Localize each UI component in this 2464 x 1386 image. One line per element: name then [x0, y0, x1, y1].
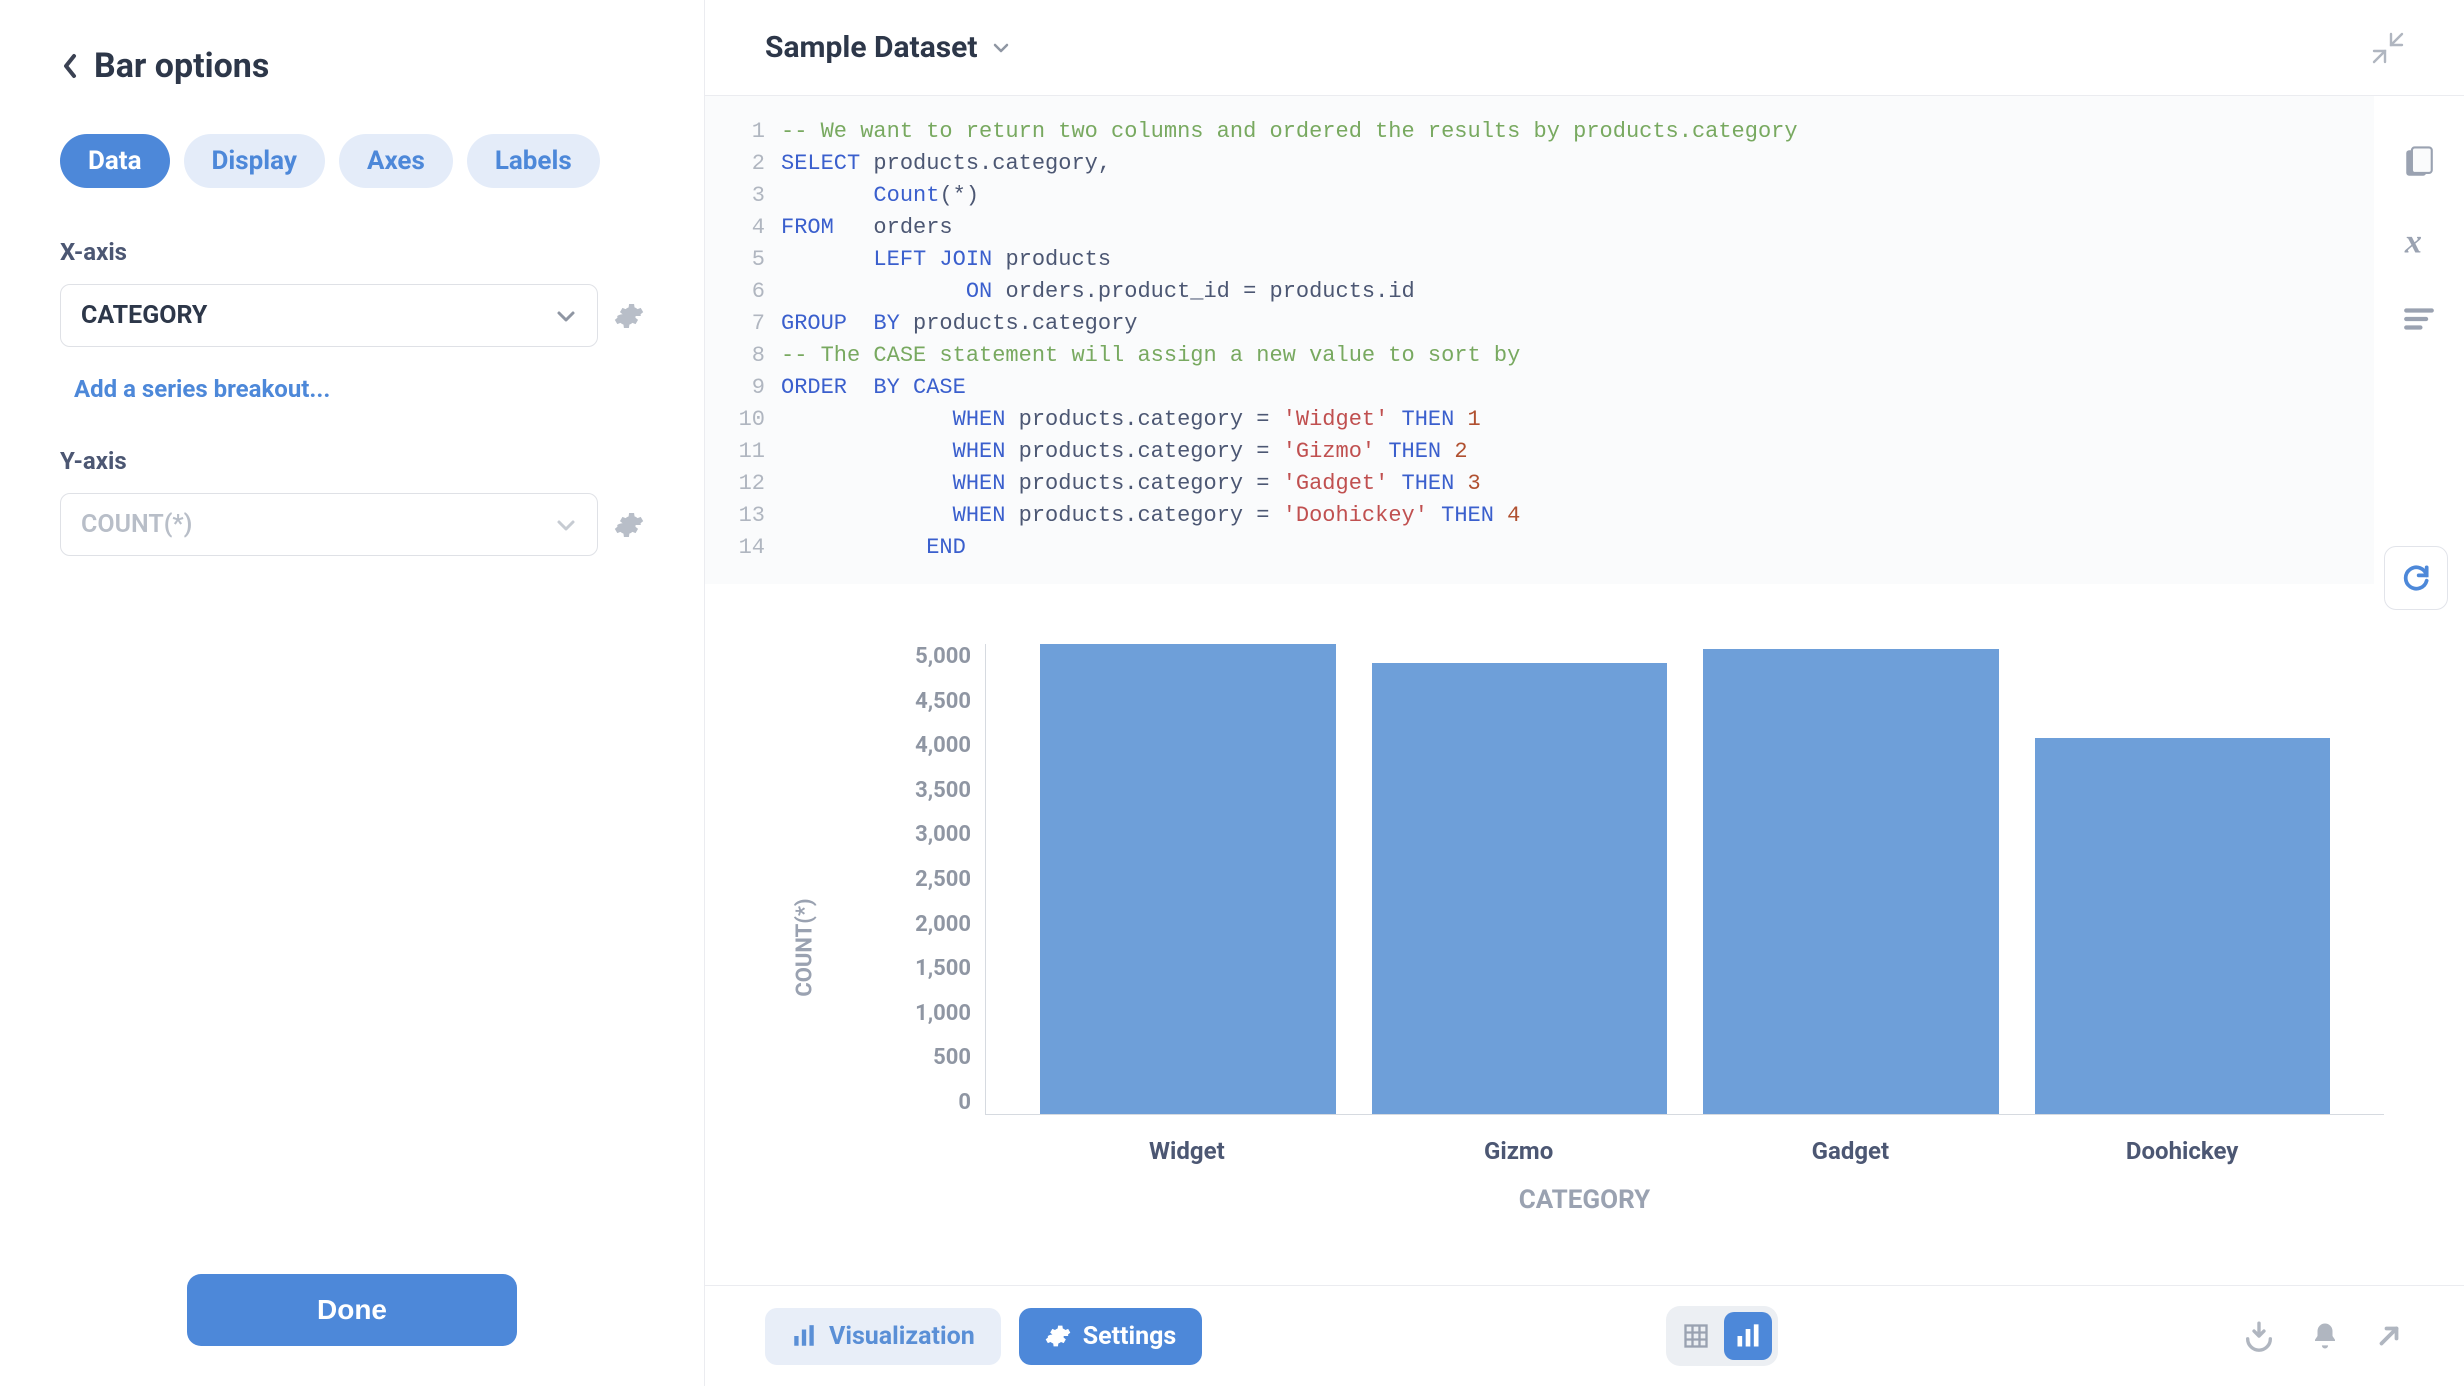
bar-gadget[interactable]	[1703, 649, 1999, 1114]
xcat: Doohickey	[2034, 1137, 2330, 1165]
ytick: 4,000	[845, 733, 971, 758]
tab-row: Data Display Axes Labels	[60, 134, 644, 188]
editor-tools: x	[2374, 96, 2464, 584]
sidebar: Bar options Data Display Axes Labels X-axis…	[0, 0, 705, 1386]
bar-gizmo[interactable]	[1372, 663, 1668, 1114]
sidebar-header: Bar options	[60, 46, 644, 86]
line-gutter: 1234567891011121314	[705, 116, 781, 564]
ytick: 1,000	[845, 1001, 971, 1026]
collapse-icon[interactable]	[2372, 32, 2404, 64]
settings-label: Settings	[1083, 1322, 1177, 1351]
editor-wrap: 1234567891011121314 -- We want to return…	[705, 96, 2464, 584]
dataset-title-text: Sample Dataset	[765, 30, 978, 65]
sql-code: -- We want to return two columns and ord…	[781, 116, 2374, 564]
footer-right	[2242, 1319, 2404, 1353]
tab-display[interactable]: Display	[184, 134, 325, 188]
chart-view-option[interactable]	[1724, 1312, 1772, 1360]
ytick: 2,000	[845, 912, 971, 937]
download-icon[interactable]	[2242, 1319, 2276, 1353]
bar-widget[interactable]	[1040, 644, 1336, 1114]
variable-icon[interactable]: x	[2402, 224, 2436, 258]
xaxis-value: CATEGORY	[81, 301, 207, 330]
yaxis-label: Y-axis	[60, 447, 644, 475]
yaxis-row: COUNT(*)	[60, 493, 644, 556]
bar-chart-icon	[791, 1323, 817, 1349]
chevron-down-icon	[992, 39, 1010, 57]
chart-area: COUNT(*) 5,000 4,500 4,000 3,500 3,000 2,500 2…	[705, 584, 2464, 1285]
yaxis-ticks: 5,000 4,500 4,000 3,500 3,000 2,500 2,000 1,500…	[845, 644, 985, 1115]
sidebar-title: Bar options	[94, 46, 269, 86]
gear-icon[interactable]	[614, 510, 644, 540]
xcat: Widget	[1039, 1137, 1335, 1165]
tab-data[interactable]: Data	[60, 134, 170, 188]
xaxis-row: CATEGORY	[60, 284, 644, 347]
chart-body: 5,000 4,500 4,000 3,500 3,000 2,500 2,000 1,500…	[845, 644, 2384, 1115]
yaxis-value: COUNT(*)	[81, 510, 192, 539]
chart-plot	[985, 644, 2384, 1115]
table-view-option[interactable]	[1672, 1312, 1720, 1360]
snippet-icon[interactable]	[2402, 146, 2436, 180]
dataset-select[interactable]: Sample Dataset	[765, 30, 1010, 65]
ytick: 500	[845, 1045, 971, 1070]
ytick: 4,500	[845, 689, 971, 714]
tab-labels[interactable]: Labels	[467, 134, 600, 188]
ytick: 3,000	[845, 822, 971, 847]
visualization-label: Visualization	[829, 1322, 975, 1351]
ytick: 5,000	[845, 644, 971, 669]
tab-axes[interactable]: Axes	[339, 134, 453, 188]
gear-icon	[1045, 1323, 1071, 1349]
view-toggle	[1666, 1306, 1778, 1366]
ytick: 3,500	[845, 778, 971, 803]
ytick: 2,500	[845, 867, 971, 892]
done-button[interactable]: Done	[187, 1274, 517, 1346]
xaxis-title: CATEGORY	[705, 1185, 2464, 1215]
xaxis-ticks: Widget Gizmo Gadget Doohickey	[985, 1137, 2384, 1165]
sql-editor[interactable]: 1234567891011121314 -- We want to return…	[705, 96, 2374, 584]
chevron-down-icon	[555, 514, 577, 536]
ytick: 1,500	[845, 956, 971, 981]
dataset-header: Sample Dataset	[705, 0, 2464, 96]
reference-icon[interactable]	[2402, 302, 2436, 336]
bell-icon[interactable]	[2310, 1321, 2340, 1351]
xcat: Gadget	[1703, 1137, 1999, 1165]
xcat: Gizmo	[1371, 1137, 1667, 1165]
share-icon[interactable]	[2374, 1321, 2404, 1351]
xaxis-label: X-axis	[60, 238, 644, 266]
settings-button[interactable]: Settings	[1019, 1308, 1203, 1365]
xaxis-select[interactable]: CATEGORY	[60, 284, 598, 347]
chevron-down-icon	[555, 305, 577, 327]
footer: Visualization Settings	[705, 1285, 2464, 1386]
visualization-button[interactable]: Visualization	[765, 1308, 1001, 1365]
svg-text:x: x	[2404, 224, 2422, 258]
add-breakout-link[interactable]: Add a series breakout...	[60, 365, 644, 413]
yaxis-title: COUNT(*)	[793, 898, 818, 996]
yaxis-select[interactable]: COUNT(*)	[60, 493, 598, 556]
ytick: 0	[845, 1090, 971, 1115]
bar-doohickey[interactable]	[2035, 738, 2331, 1114]
main: Sample Dataset 1234567891011121314 -- We…	[705, 0, 2464, 1386]
gear-icon[interactable]	[614, 301, 644, 331]
back-icon[interactable]	[60, 52, 80, 80]
